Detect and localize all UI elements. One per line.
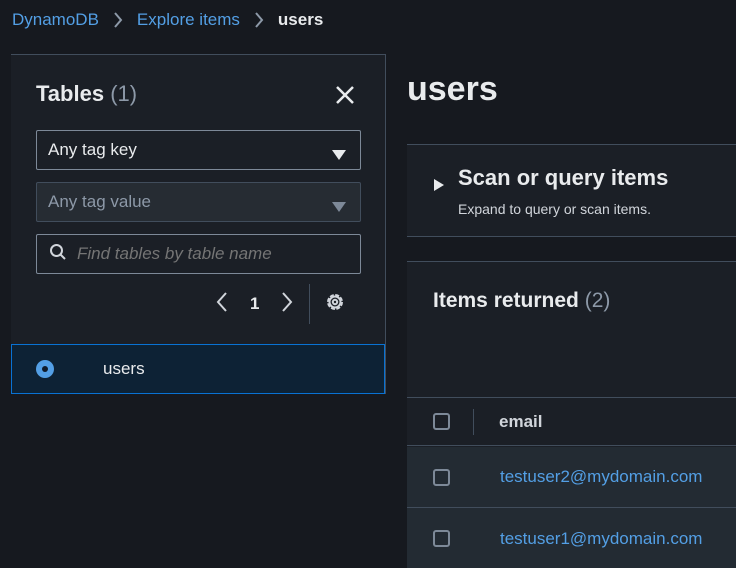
tag-key-select[interactable]: Any tag key [36, 130, 361, 170]
breadcrumb-dynamodb-link[interactable]: DynamoDB [12, 10, 99, 30]
table-row: testuser1@mydomain.com [407, 508, 736, 568]
tables-panel-title: Tables (1) [36, 81, 137, 107]
divider [473, 408, 474, 435]
breadcrumb: DynamoDB Explore items users [12, 9, 323, 31]
breadcrumb-explore-items-link[interactable]: Explore items [137, 10, 240, 30]
table-search-field[interactable] [36, 234, 361, 274]
table-row: testuser2@mydomain.com [407, 447, 736, 508]
tag-key-select-value: Any tag key [48, 140, 137, 159]
scan-query-description: Expand to query or scan items. [458, 201, 651, 217]
radio-selected[interactable] [36, 360, 54, 378]
row-checkbox[interactable] [433, 468, 450, 486]
divider [309, 284, 311, 324]
caret-down-icon [332, 197, 346, 217]
chevron-right-icon [113, 12, 123, 28]
app-root: DynamoDB Explore items users Tables (1) … [0, 0, 736, 568]
email-link[interactable]: testuser1@mydomain.com [500, 529, 702, 549]
chevron-left-icon[interactable] [216, 291, 228, 317]
column-header-email[interactable]: email [499, 412, 542, 432]
table-name: users [103, 359, 145, 378]
tables-count: (1) [110, 81, 138, 106]
gear-icon[interactable] [324, 291, 346, 318]
pagination: 1 [216, 284, 346, 324]
select-all-checkbox[interactable] [433, 413, 450, 430]
chevron-right-icon [254, 12, 264, 28]
caret-right-icon[interactable] [434, 178, 444, 196]
items-count: (2) [584, 289, 611, 312]
table-header-row: email [407, 397, 736, 446]
current-page[interactable]: 1 [250, 294, 259, 314]
page-title: users [407, 70, 498, 108]
chevron-right-icon[interactable] [281, 291, 293, 317]
search-icon [49, 243, 67, 266]
email-link[interactable]: testuser2@mydomain.com [500, 467, 702, 487]
tables-panel-title-text: Tables [36, 81, 105, 106]
breadcrumb-current: users [277, 10, 324, 29]
scan-query-title[interactable]: Scan or query items [458, 165, 668, 191]
close-icon[interactable] [333, 83, 357, 107]
row-checkbox[interactable] [433, 530, 450, 547]
table-search-input[interactable] [77, 244, 347, 264]
scan-query-panel[interactable]: Scan or query items Expand to query or s… [407, 144, 736, 237]
items-returned-title-text: Items returned [433, 289, 579, 312]
tag-value-select[interactable]: Any tag value [36, 182, 361, 222]
table-list-item-users[interactable]: users [11, 344, 385, 394]
tag-value-select-value: Any tag value [48, 192, 152, 211]
caret-down-icon [332, 145, 346, 165]
tables-panel: Tables (1) Any tag key Any tag value Fin… [11, 54, 386, 394]
items-returned-panel: Items returned (2) email testuser2@mydom… [407, 261, 736, 568]
items-returned-title: Items returned (2) [433, 289, 610, 313]
